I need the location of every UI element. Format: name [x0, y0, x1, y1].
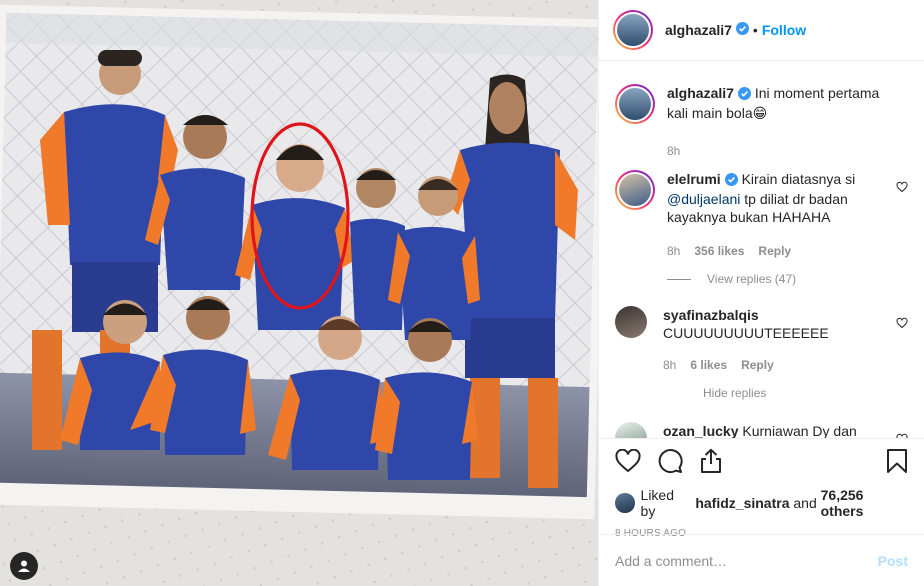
caption-age[interactable]: 8h: [667, 142, 680, 160]
bookmark-icon[interactable]: [886, 448, 908, 477]
comment-like-heart-icon[interactable]: [896, 180, 908, 196]
likes-count[interactable]: 76,256 others: [821, 487, 908, 519]
post-actions: Liked by hafidz_sinatra and 76,256 other…: [599, 438, 924, 539]
verified-badge-icon: [724, 172, 738, 190]
follow-button[interactable]: Follow: [762, 22, 806, 38]
author-username[interactable]: alghazali7: [665, 22, 732, 38]
post-side-panel: alghazali7 • Follow alghazali7 Ini momen…: [598, 0, 924, 586]
view-replies-label[interactable]: View replies (47): [707, 272, 796, 286]
replies-divider: [667, 278, 691, 280]
likes-and: and: [793, 495, 817, 511]
comment-item: ozan_lucky Kurniawan Dy dan: [615, 422, 908, 438]
comment-meta: 8h 6 likes Reply: [663, 356, 882, 374]
caption-username[interactable]: alghazali7: [667, 85, 734, 101]
comment-like-heart-icon[interactable]: [896, 316, 908, 332]
comment-icon[interactable]: [657, 448, 683, 477]
commenter-avatar[interactable]: [615, 306, 647, 338]
comment-item: elelrumi Kirain diatasnya si @duljaelani…: [615, 170, 908, 260]
comment-username[interactable]: elelrumi: [667, 171, 721, 187]
view-replies-toggle[interactable]: View replies (47): [667, 272, 908, 286]
comment-text: CUUUUUUUUUTEEEEEE: [663, 325, 829, 341]
verified-badge-icon: [737, 86, 751, 104]
photo-image: [0, 0, 598, 586]
comment-input[interactable]: [615, 552, 878, 569]
hide-replies-toggle[interactable]: Hide replies: [703, 386, 908, 400]
comment-age[interactable]: 8h: [667, 242, 680, 260]
post-header: alghazali7 • Follow: [599, 0, 924, 61]
user-tag-icon[interactable]: [10, 552, 38, 580]
comment-text: Kurniawan Dy dan: [742, 423, 857, 438]
commenter-avatar[interactable]: [615, 422, 647, 438]
comment-mention-link[interactable]: @duljaelani: [667, 191, 740, 207]
reply-button[interactable]: Reply: [758, 242, 791, 260]
liker-avatar[interactable]: [615, 493, 635, 513]
comment-item: syafinazbalqis CUUUUUUUUUTEEEEEE 8h 6 li…: [615, 306, 908, 374]
likes-prefix: Liked by: [640, 487, 674, 519]
liker-username[interactable]: hafidz_sinatra: [695, 495, 789, 511]
add-comment-bar: Post: [599, 534, 924, 586]
caption-avatar[interactable]: [615, 84, 655, 124]
reply-button[interactable]: Reply: [741, 356, 774, 374]
post-comment-button[interactable]: Post: [878, 553, 908, 569]
author-avatar[interactable]: [613, 10, 653, 50]
action-bar: [615, 447, 908, 477]
comment-text: Kirain diatasnya si: [741, 171, 856, 187]
comments-list[interactable]: alghazali7 Ini moment pertama kali main …: [599, 66, 924, 438]
comment-age[interactable]: 8h: [663, 356, 676, 374]
hide-replies-label[interactable]: Hide replies: [703, 386, 766, 400]
comment-likes[interactable]: 6 likes: [690, 356, 727, 374]
separator-dot: •: [752, 22, 758, 38]
verified-badge-icon: [735, 22, 749, 38]
share-icon[interactable]: [699, 448, 723, 477]
caption-meta: 8h: [667, 142, 882, 160]
comment-username[interactable]: ozan_lucky: [663, 423, 738, 438]
comment-likes[interactable]: 356 likes: [694, 242, 744, 260]
commenter-avatar[interactable]: [615, 170, 655, 210]
heart-icon[interactable]: [615, 448, 641, 476]
post-photo[interactable]: [0, 0, 598, 586]
caption: alghazali7 Ini moment pertama kali main …: [615, 84, 908, 160]
comment-username[interactable]: syafinazbalqis: [663, 307, 759, 323]
comment-meta: 8h 356 likes Reply: [667, 242, 882, 260]
likes-summary: Liked by hafidz_sinatra and 76,256 other…: [615, 487, 908, 519]
